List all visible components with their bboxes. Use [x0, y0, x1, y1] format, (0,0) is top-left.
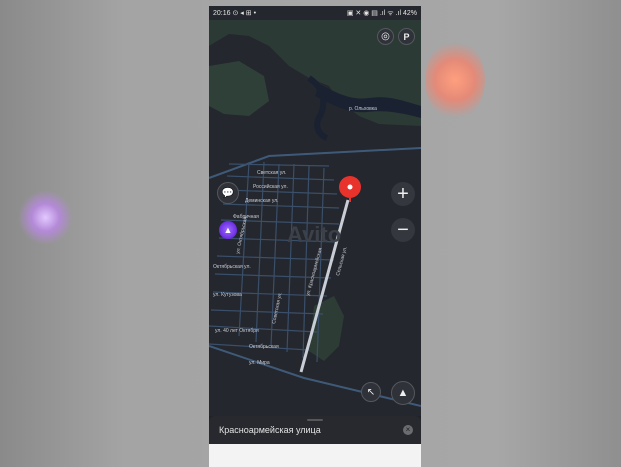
- compass-button[interactable]: ↖: [361, 382, 381, 402]
- street-label: Октябрьская ул.: [213, 264, 251, 270]
- status-left-icons: ⊙ ◂ ⊞ •: [232, 10, 257, 17]
- street-label: ул. Кутузова: [213, 292, 242, 298]
- status-time: 20:16: [213, 10, 231, 17]
- status-right: ▣ ✕ ◉ ▤ .ıl ᯤ .ıl 42%: [347, 9, 417, 18]
- phone-screen: 20:16 ⊙ ◂ ⊞ • ▣ ✕ ◉ ▤ .ıl ᯤ .ıl 42% р. О…: [209, 6, 421, 467]
- street-label: Светская ул.: [257, 170, 286, 176]
- street-label: Октябрьская: [249, 344, 279, 350]
- messages-button[interactable]: 💬: [217, 182, 239, 204]
- bottom-sheet[interactable]: Красноармейская улица ×: [209, 416, 421, 444]
- navigator-button[interactable]: ▲: [391, 381, 415, 405]
- map-canvas[interactable]: р. Ольховка Светская ул. Российская ул. …: [209, 6, 421, 416]
- navigation-arrow-icon: ▲: [397, 387, 409, 399]
- compass-icon: ↖: [366, 386, 376, 398]
- zoom-out-label: −: [397, 219, 409, 241]
- street-label: Российская ул.: [253, 183, 288, 190]
- zoom-in-label: +: [397, 183, 409, 205]
- status-left: 20:16 ⊙ ◂ ⊞ •: [213, 9, 256, 17]
- close-button[interactable]: ×: [403, 425, 413, 435]
- map-view[interactable]: р. Ольховка Светская ул. Российская ул. …: [209, 6, 421, 416]
- parking-label: P: [403, 31, 410, 42]
- zoom-out-button[interactable]: −: [391, 218, 415, 242]
- alice-assistant-icon: ▲: [223, 225, 233, 235]
- street-label: ул. Мира: [249, 360, 270, 366]
- assistant-button[interactable]: ▲: [219, 221, 237, 239]
- blurred-light-left: [18, 190, 73, 245]
- layers-button[interactable]: ◎: [377, 28, 394, 45]
- parking-button[interactable]: P: [398, 28, 415, 45]
- sheet-handle[interactable]: [307, 419, 323, 421]
- zoom-in-button[interactable]: +: [391, 182, 415, 206]
- street-label: Деминская ул.: [245, 198, 279, 204]
- layers-icon: ◎: [381, 31, 390, 42]
- battery-level: 42%: [402, 9, 417, 17]
- status-bar: 20:16 ⊙ ◂ ⊞ • ▣ ✕ ◉ ▤ .ıl ᯤ .ıl 42%: [209, 6, 421, 20]
- chat-bubble-icon: 💬: [221, 187, 235, 199]
- watermark: Avito: [287, 222, 341, 247]
- status-right-icons: ▣ ✕ ◉ ▤ .ıl ᯤ .ıl: [346, 9, 402, 17]
- address-label: Красноармейская улица: [219, 425, 321, 435]
- water-label: р. Ольховка: [349, 106, 377, 112]
- street-label: ул. 40 лет Октября: [215, 328, 259, 334]
- blurred-light-right: [425, 40, 485, 120]
- navigation-bar: [209, 444, 421, 467]
